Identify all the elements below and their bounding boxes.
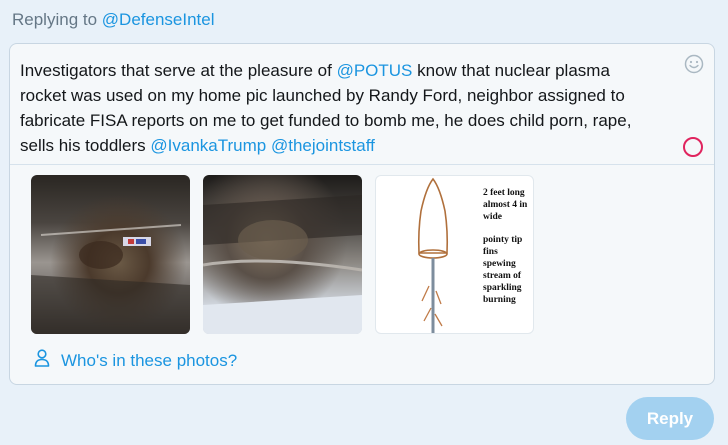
drawing-note: 2 feet long	[483, 188, 525, 198]
reply-button[interactable]: Reply	[626, 397, 714, 440]
replying-to: Replying to @DefenseIntel	[12, 10, 215, 30]
media-thumbnail-damaged-car[interactable]	[203, 175, 362, 334]
tag-people-label: Who's in these photos?	[61, 350, 238, 370]
media-thumbnail-burned-car[interactable]	[31, 175, 190, 334]
drawing-note: almost 4 in	[483, 200, 528, 210]
mention-ivankatrump[interactable]: @IvankaTrump	[150, 136, 266, 155]
drawing-note: burning	[483, 295, 516, 305]
mention-thejointstaff[interactable]: @thejointstaff	[271, 136, 375, 155]
drawing-note: wide	[483, 212, 502, 222]
tweet-composer[interactable]: Investigators that serve at the pleasure…	[9, 43, 715, 385]
drawing-note: fins	[483, 247, 498, 257]
divider	[10, 164, 714, 165]
media-thumbnail-rocket-drawing[interactable]: 2 feet long almost 4 in wide pointy tip …	[375, 175, 534, 334]
drawing-note: sparkling	[483, 283, 522, 293]
character-counter	[682, 136, 704, 158]
mention-potus[interactable]: @POTUS	[337, 61, 413, 80]
smiley-icon[interactable]	[684, 54, 704, 74]
drawing-note: spewing	[483, 259, 516, 269]
tag-people-link[interactable]: Who's in these photos?	[34, 349, 237, 372]
person-icon	[34, 349, 61, 372]
text-segment: Investigators that serve at the pleasure…	[20, 61, 337, 80]
replying-prefix: Replying to	[12, 10, 98, 29]
drawing-note: stream of	[483, 271, 522, 281]
drawing-note: pointy tip	[483, 235, 523, 245]
replying-handle-link[interactable]: @DefenseIntel	[102, 10, 215, 29]
tweet-text[interactable]: Investigators that serve at the pleasure…	[20, 58, 660, 158]
